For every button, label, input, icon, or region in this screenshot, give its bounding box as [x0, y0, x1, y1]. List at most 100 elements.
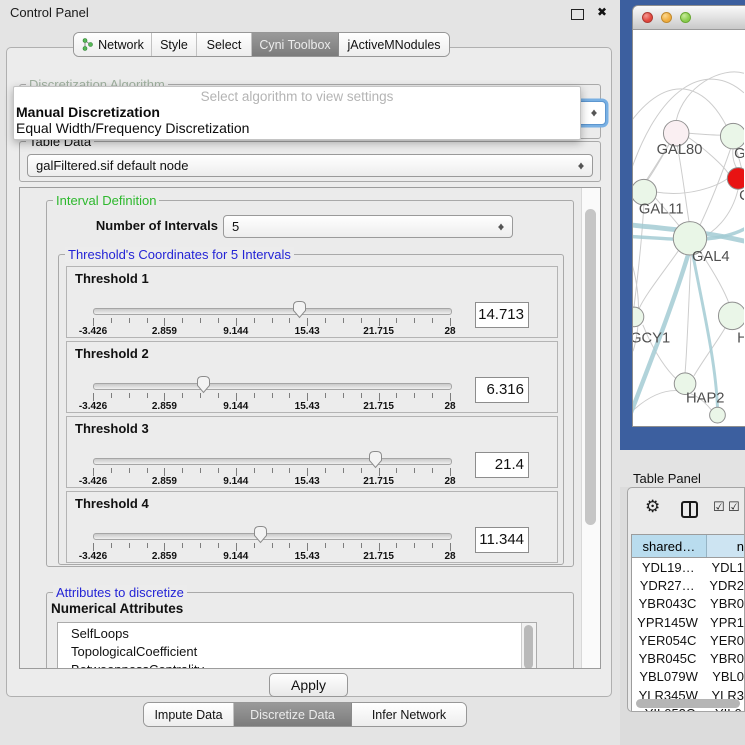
slider-thumb[interactable]	[292, 300, 307, 319]
tick-mark	[432, 468, 433, 473]
tick-mark	[129, 468, 130, 473]
tick-label: 9.144	[223, 476, 248, 487]
slider-thumb[interactable]	[253, 525, 268, 544]
tick-mark	[450, 468, 451, 476]
tick-mark	[325, 393, 326, 398]
table-panel-toolbar: ⚙ ☑ ☑	[628, 488, 744, 534]
column-header-name[interactable]: n	[707, 535, 744, 557]
close-traffic-light-icon[interactable]	[642, 12, 653, 23]
tick-mark	[200, 543, 201, 548]
cell-name[interactable]: YDR2	[702, 578, 744, 593]
tab-style[interactable]: Style	[152, 33, 197, 56]
tick-label: 9.144	[223, 551, 248, 562]
tab-discretize-data[interactable]: Discretize Data	[234, 703, 352, 726]
cell-shared-name[interactable]: YBR045C	[632, 651, 703, 666]
menu-item-equal-width-frequency[interactable]: Equal Width/Frequency Discretization	[14, 120, 580, 136]
zoom-traffic-light-icon[interactable]	[680, 12, 691, 23]
apply-button[interactable]: Apply	[269, 673, 348, 697]
table-row[interactable]: YDR27…YDR2	[632, 576, 744, 594]
tick-mark	[218, 543, 219, 548]
scrollbar-thumb[interactable]	[585, 209, 596, 525]
cell-shared-name[interactable]: YDR27…	[632, 578, 702, 593]
network-node[interactable]	[710, 407, 726, 423]
tick-mark	[93, 318, 94, 326]
checkbox-icon[interactable]: ☑	[713, 500, 725, 515]
slider-track[interactable]	[93, 458, 452, 465]
table-row[interactable]: YDL19…YDL1	[632, 558, 744, 576]
tick-mark	[450, 318, 451, 326]
network-window-titlebar[interactable]	[633, 6, 745, 30]
scrollbar-thumb[interactable]	[524, 625, 533, 669]
slider-track[interactable]	[93, 533, 452, 540]
tab-impute-data[interactable]: Impute Data	[144, 703, 234, 726]
cell-name[interactable]: YBR0	[703, 596, 744, 611]
tab-cyni-toolbox[interactable]: Cyni Toolbox	[252, 33, 339, 56]
table-row[interactable]: YER054CYER0	[632, 631, 744, 649]
threshold-value-field[interactable]: 11.344	[475, 527, 529, 553]
list-scrollbar[interactable]	[521, 623, 536, 669]
cell-shared-name[interactable]: YBR043C	[632, 596, 703, 611]
cell-name[interactable]: YPR1	[703, 615, 744, 630]
minimize-traffic-light-icon[interactable]	[661, 12, 672, 23]
network-node-c[interactable]	[727, 168, 744, 190]
cell-name[interactable]: YBL0	[705, 669, 744, 684]
cell-shared-name[interactable]: YDL19…	[632, 560, 704, 575]
column-header-shared-name[interactable]: shared…	[632, 535, 707, 557]
attribute-list-item[interactable]: BetweennessCentrality	[58, 661, 536, 669]
network-node-h[interactable]	[718, 302, 744, 330]
slider-thumb[interactable]	[196, 375, 211, 394]
cell-shared-name[interactable]: YPR145W	[632, 615, 703, 630]
tab-select[interactable]: Select	[197, 33, 252, 56]
checkbox-icon[interactable]: ☑	[728, 500, 740, 515]
split-panel-icon[interactable]	[681, 501, 698, 518]
node-label: C	[739, 188, 744, 204]
gear-icon[interactable]: ⚙	[645, 499, 660, 516]
cell-shared-name[interactable]: YER054C	[632, 633, 703, 648]
tick-mark	[289, 318, 290, 323]
horizontal-scrollbar[interactable]	[635, 698, 742, 709]
network-edge	[704, 189, 738, 236]
network-edge	[693, 255, 718, 407]
cell-name[interactable]: YER0	[703, 633, 744, 648]
network-canvas[interactable]: GAL80GCGAL11GAL4GCY1HHAP2	[633, 29, 744, 427]
tick-mark	[254, 318, 255, 323]
panel-scrollbar[interactable]	[581, 188, 600, 668]
tick-mark	[414, 543, 415, 548]
cell-shared-name[interactable]: YBL079W	[632, 669, 705, 684]
cell-name[interactable]: YBR0	[703, 651, 744, 666]
attribute-list-item[interactable]: SelfLoops	[58, 625, 536, 643]
table-data-select[interactable]: galFiltered.sif default node	[27, 154, 593, 177]
tick-mark	[414, 468, 415, 473]
table-row[interactable]: YBR045CYBR0	[632, 649, 744, 667]
table-row[interactable]: YPR145WYPR1	[632, 613, 744, 631]
tab-jactivemnodules[interactable]: jActiveMNodules	[339, 33, 449, 56]
threshold-label: Threshold 3	[75, 421, 149, 436]
tick-mark	[93, 393, 94, 401]
threshold-value-field[interactable]: 6.316	[475, 377, 529, 403]
scrollbar-thumb[interactable]	[636, 699, 740, 708]
slider-track[interactable]	[93, 308, 452, 315]
threshold-value-field[interactable]: 21.4	[475, 452, 529, 478]
tab-label: Infer Network	[372, 708, 446, 722]
tick-mark	[343, 468, 344, 473]
slider-thumb[interactable]	[368, 450, 383, 469]
float-window-icon[interactable]	[571, 9, 584, 20]
slider-track[interactable]	[93, 383, 452, 390]
attribute-list-item[interactable]: TopologicalCoefficient	[58, 643, 536, 661]
table-row[interactable]: YBR043CYBR0	[632, 595, 744, 613]
num-intervals-select[interactable]: 5	[223, 215, 513, 238]
tick-label: 28	[444, 401, 455, 412]
close-icon[interactable]: ✖	[597, 5, 607, 19]
tick-mark	[289, 393, 290, 398]
tick-mark	[200, 468, 201, 473]
network-node-gcy1[interactable]	[633, 307, 644, 327]
menu-item-manual-discretization[interactable]: Manual Discretization	[14, 104, 580, 120]
table-row[interactable]: YBL079WYBL0	[632, 668, 744, 686]
tab-network[interactable]: Network	[74, 33, 152, 56]
tick-mark	[164, 543, 165, 551]
threshold-value-field[interactable]: 14.713	[475, 302, 529, 328]
algorithm-dropdown-popup: Select algorithm to view settings Manual…	[13, 86, 581, 140]
tab-infer-network[interactable]: Infer Network	[352, 703, 466, 726]
tick-mark	[307, 393, 308, 401]
cell-name[interactable]: YDL1	[704, 560, 744, 575]
